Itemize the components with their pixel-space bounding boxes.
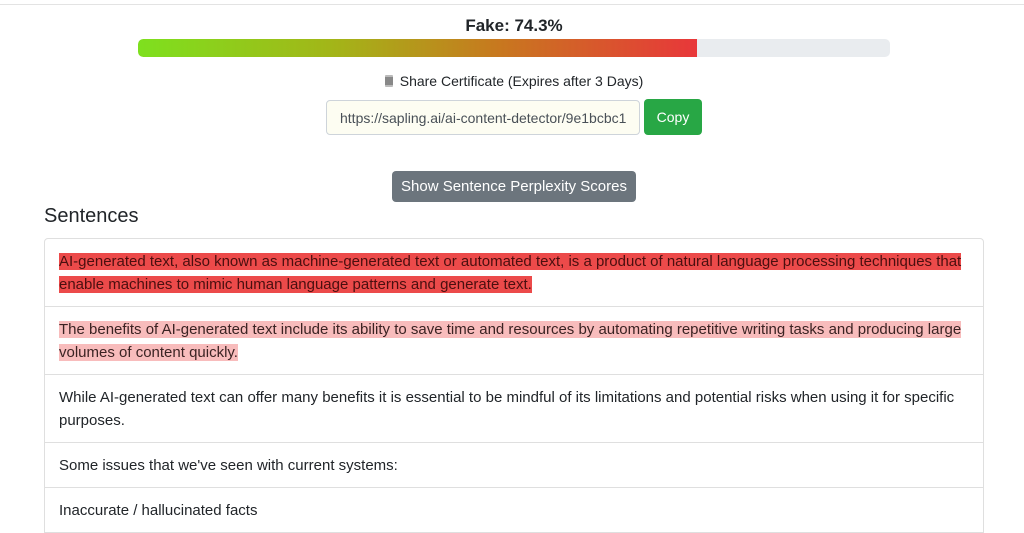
- sentence-text: The benefits of AI-generated text includ…: [59, 321, 962, 361]
- share-certificate-label: Share Certificate (Expires after 3 Days): [0, 73, 1024, 89]
- sentence-list: AI-generated text, also known as machine…: [44, 238, 984, 533]
- fake-score-progress-fill: [138, 39, 697, 57]
- copy-button[interactable]: Copy: [644, 99, 702, 135]
- sentence-item: While AI-generated text can offer many b…: [45, 375, 983, 443]
- sentence-item: AI-generated text, also known as machine…: [45, 239, 983, 307]
- sentences-heading: Sentences: [44, 205, 139, 227]
- certificate-url-input[interactable]: [326, 100, 640, 135]
- share-certificate-text: Share Certificate (Expires after 3 Days): [399, 73, 644, 89]
- sentence-item: Some issues that we've seen with current…: [45, 443, 983, 488]
- fake-score-label: Fake: 74.3%: [465, 16, 563, 35]
- sentence-item: Inaccurate / hallucinated facts: [45, 488, 983, 532]
- sentence-item: The benefits of AI-generated text includ…: [45, 307, 983, 375]
- scroll-icon: [384, 75, 393, 87]
- show-perplexity-scores-button[interactable]: Show Sentence Perplexity Scores: [392, 171, 636, 202]
- top-divider: [0, 0, 1024, 5]
- sentence-text: Some issues that we've seen with current…: [59, 457, 398, 474]
- sentence-text: Inaccurate / hallucinated facts: [59, 502, 258, 519]
- sentence-text: While AI-generated text can offer many b…: [59, 389, 955, 429]
- sentence-text: AI-generated text, also known as machine…: [59, 253, 962, 293]
- fake-score-progress-bar: [138, 39, 890, 57]
